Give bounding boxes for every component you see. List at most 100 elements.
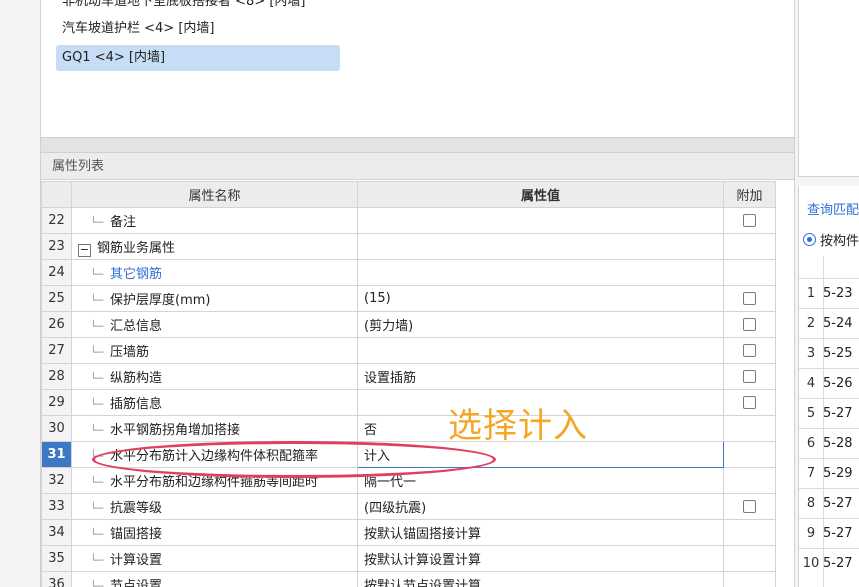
property-name-label: 汇总信息 — [110, 319, 163, 334]
match-row-code: 5-27 — [823, 556, 853, 571]
property-row[interactable]: 25 保护层厚度(mm) (15) — [41, 285, 776, 312]
property-name-cell[interactable]: 汇总信息 — [71, 311, 358, 338]
property-value-cell[interactable]: (剪力墙) — [357, 311, 724, 338]
property-value-cell[interactable]: 按默认锚固搭接计算 — [357, 519, 724, 546]
header-property-name[interactable]: 属性名称 — [71, 181, 358, 208]
extra-checkbox[interactable] — [743, 292, 756, 305]
extra-checkbox[interactable] — [743, 396, 756, 409]
property-name-cell[interactable]: 备注 — [71, 207, 358, 234]
header-extra[interactable]: 附加 — [723, 181, 776, 208]
property-value-cell[interactable]: (四级抗震) — [357, 493, 724, 520]
property-name-cell[interactable]: 压墙筋 — [71, 337, 358, 364]
property-row[interactable]: 31 水平分布筋计入边缘构件体积配箍率 计入 — [41, 441, 776, 468]
match-row[interactable]: 9 5-27 — [799, 518, 859, 549]
property-row[interactable]: 36 节点设置 按默认节点设置计算 — [41, 571, 776, 587]
match-row-code: 5-27 — [823, 406, 853, 421]
component-item[interactable]: 汽车坡道护栏 <4> [内墙] — [56, 16, 220, 42]
tree-line-icon — [90, 527, 104, 542]
property-name-cell[interactable]: 水平分布筋计入边缘构件体积配箍率 — [71, 441, 358, 468]
tab-query-match[interactable]: 查询匹配 — [807, 199, 859, 218]
property-name-cell[interactable]: 锚固搭接 — [71, 519, 358, 546]
extra-checkbox[interactable] — [743, 370, 756, 383]
extra-cell — [723, 415, 776, 442]
match-row[interactable]: 6 5-28 — [799, 428, 859, 459]
property-row[interactable]: 28 纵筋构造 设置插筋 — [41, 363, 776, 390]
extra-checkbox[interactable] — [743, 344, 756, 357]
property-value-cell[interactable] — [357, 259, 724, 286]
property-row[interactable]: 34 锚固搭接 按默认锚固搭接计算 — [41, 519, 776, 546]
tree-line-icon — [90, 345, 104, 360]
row-number: 28 — [41, 363, 72, 390]
extra-cell — [723, 467, 776, 494]
header-property-value[interactable]: 属性值 — [357, 181, 724, 208]
match-row[interactable]: 5 5-27 — [799, 398, 859, 429]
property-row[interactable]: 26 汇总信息 (剪力墙) — [41, 311, 776, 338]
component-item[interactable]: 非机动车道地下室底板搭接者 <8> [内墙] — [56, 0, 311, 15]
match-row-number: 4 — [806, 376, 816, 391]
property-row[interactable]: 33 抗震等级 (四级抗震) — [41, 493, 776, 520]
property-name-cell[interactable]: 保护层厚度(mm) — [71, 285, 358, 312]
match-row[interactable]: 3 5-25 — [799, 338, 859, 369]
property-name-cell[interactable]: 水平分布筋和边缘构件箍筋等间距时 — [71, 467, 358, 494]
tree-line-icon — [90, 475, 104, 490]
extra-cell[interactable] — [723, 363, 776, 390]
extra-cell[interactable] — [723, 337, 776, 364]
property-value-cell[interactable]: 隔一代一 — [357, 467, 724, 494]
property-name-cell[interactable]: 抗震等级 — [71, 493, 358, 520]
row-number: 30 — [41, 415, 72, 442]
tree-line-icon — [90, 371, 104, 386]
row-number: 26 — [41, 311, 72, 338]
property-value-editor[interactable]: 计入 — [357, 441, 724, 468]
property-name-cell[interactable]: 其它钢筋 — [71, 259, 358, 286]
extra-cell[interactable] — [723, 493, 776, 520]
property-name-cell[interactable]: 插筋信息 — [71, 389, 358, 416]
property-row[interactable]: 22 备注 — [41, 207, 776, 234]
property-value-cell[interactable]: (15) — [357, 285, 724, 312]
property-value-cell[interactable]: 设置插筋 — [357, 363, 724, 390]
property-value-cell[interactable]: 否 — [357, 415, 724, 442]
property-value-cell[interactable] — [357, 337, 724, 364]
match-row[interactable]: 2 5-24 — [799, 308, 859, 339]
match-row[interactable]: 1 5-23 — [799, 278, 859, 309]
extra-checkbox[interactable] — [743, 500, 756, 513]
property-value-cell[interactable] — [357, 233, 724, 260]
property-name-cell[interactable]: 节点设置 — [71, 571, 358, 587]
property-name-cell[interactable]: − 钢筋业务属性 — [71, 233, 358, 260]
row-number: 36 — [41, 571, 72, 587]
radio-by-component[interactable]: 按构件 — [803, 230, 859, 249]
component-item-selected[interactable]: GQ1 <4> [内墙] — [56, 45, 340, 71]
match-row[interactable]: 7 5-29 — [799, 458, 859, 489]
property-table: 属性名称 属性值 附加 22备注23−钢筋业务属性24其它钢筋25保护层厚度(m… — [41, 181, 776, 587]
property-name-cell[interactable]: 水平钢筋拐角增加搭接 — [71, 415, 358, 442]
property-value-cell[interactable] — [357, 207, 724, 234]
property-value-cell[interactable]: 按默认节点设置计算 — [357, 571, 724, 587]
property-row[interactable]: 32 水平分布筋和边缘构件箍筋等间距时 隔一代一 — [41, 467, 776, 494]
property-row[interactable]: 23− 钢筋业务属性 — [41, 233, 776, 260]
property-value-cell[interactable]: 按默认计算设置计算 — [357, 545, 724, 572]
property-name-label: 压墙筋 — [110, 345, 150, 360]
match-row-number: 7 — [806, 466, 816, 481]
property-name-label: 抗震等级 — [110, 501, 163, 516]
property-row[interactable]: 30 水平钢筋拐角增加搭接 否 — [41, 415, 776, 442]
match-row[interactable]: 4 5-26 — [799, 368, 859, 399]
radio-selected-icon[interactable] — [803, 233, 816, 246]
extra-checkbox[interactable] — [743, 318, 756, 331]
panel-splitter[interactable] — [41, 137, 794, 153]
extra-cell[interactable] — [723, 285, 776, 312]
match-row[interactable]: 10 5-27 — [799, 548, 859, 579]
property-row[interactable]: 29 插筋信息 — [41, 389, 776, 416]
property-name-cell[interactable]: 纵筋构造 — [71, 363, 358, 390]
match-row[interactable]: 8 5-27 — [799, 488, 859, 519]
property-row[interactable]: 24 其它钢筋 — [41, 259, 776, 286]
collapse-icon[interactable]: − — [78, 243, 91, 257]
property-row[interactable]: 27 压墙筋 — [41, 337, 776, 364]
extra-checkbox[interactable] — [743, 214, 756, 227]
tree-line-icon — [90, 553, 104, 568]
property-value-cell[interactable] — [357, 389, 724, 416]
extra-cell[interactable] — [723, 311, 776, 338]
extra-cell[interactable] — [723, 389, 776, 416]
extra-cell[interactable] — [723, 207, 776, 234]
property-name-cell[interactable]: 计算设置 — [71, 545, 358, 572]
row-number: 29 — [41, 389, 72, 416]
property-row[interactable]: 35 计算设置 按默认计算设置计算 — [41, 545, 776, 572]
